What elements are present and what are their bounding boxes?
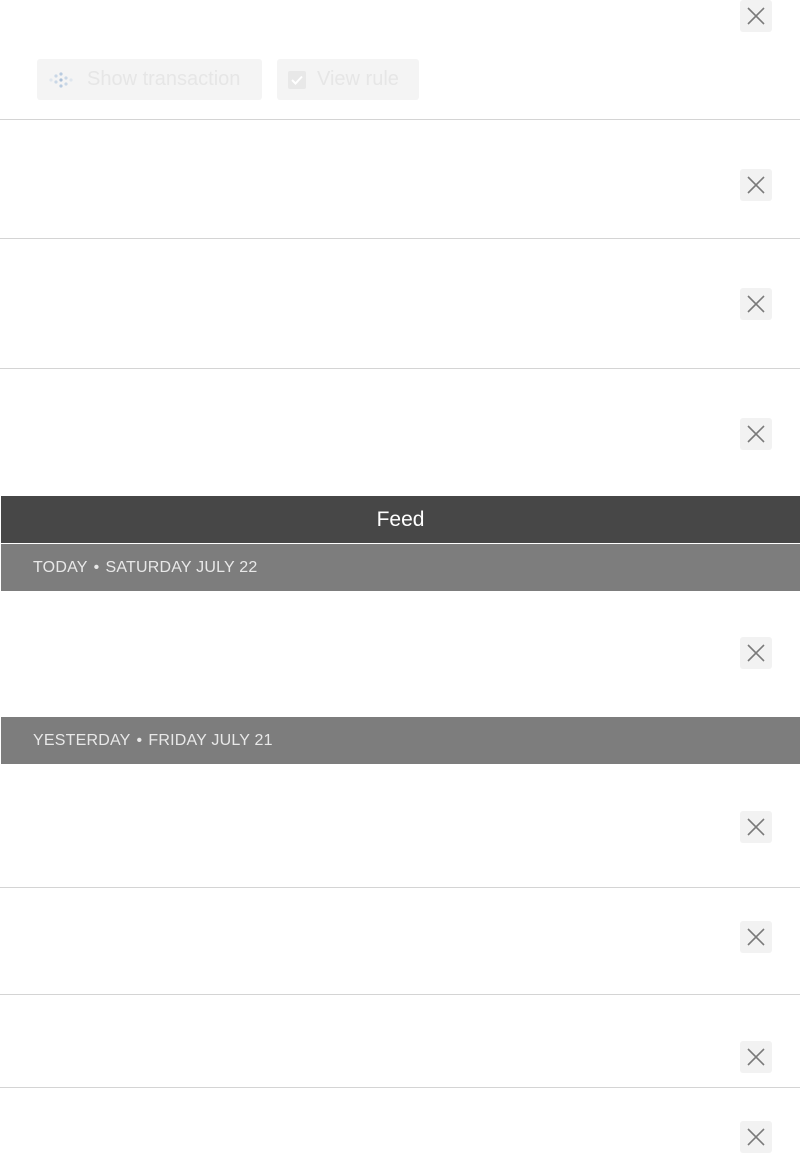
close-icon bbox=[747, 644, 765, 662]
close-icon bbox=[747, 7, 765, 25]
date-header-today: TODAY • SATURDAY JULY 22 bbox=[1, 544, 800, 591]
close-icon bbox=[747, 295, 765, 313]
close-icon bbox=[747, 928, 765, 946]
notification-card bbox=[0, 591, 800, 717]
notification-card bbox=[0, 369, 800, 496]
close-icon bbox=[747, 425, 765, 443]
date-header-date: FRIDAY JULY 21 bbox=[148, 731, 273, 749]
notification-card bbox=[0, 120, 800, 238]
close-icon bbox=[747, 1048, 765, 1066]
close-button[interactable] bbox=[740, 921, 772, 953]
close-button[interactable] bbox=[740, 288, 772, 320]
date-header-label: YESTERDAY bbox=[33, 731, 131, 749]
close-button[interactable] bbox=[740, 0, 772, 32]
close-icon bbox=[747, 818, 765, 836]
close-button[interactable] bbox=[740, 169, 772, 201]
checkbox-checked-icon bbox=[287, 70, 307, 90]
close-icon bbox=[747, 1128, 765, 1146]
notification-card: Show transaction View rule bbox=[0, 0, 800, 119]
notification-card bbox=[0, 239, 800, 368]
view-rule-button[interactable]: View rule bbox=[277, 59, 419, 100]
date-header-separator: • bbox=[136, 731, 143, 749]
date-header-separator: • bbox=[93, 558, 100, 576]
notification-card bbox=[0, 888, 800, 994]
close-button[interactable] bbox=[740, 811, 772, 843]
close-button[interactable] bbox=[740, 418, 772, 450]
close-button[interactable] bbox=[740, 1041, 772, 1073]
notification-card bbox=[0, 764, 800, 887]
notification-card bbox=[0, 995, 800, 1087]
show-transaction-label: Show transaction bbox=[87, 68, 241, 90]
date-header-label: TODAY bbox=[33, 558, 88, 576]
close-icon bbox=[747, 176, 765, 194]
feed-title: Feed bbox=[376, 507, 425, 531]
close-button[interactable] bbox=[740, 637, 772, 669]
date-header-date: SATURDAY JULY 22 bbox=[105, 558, 258, 576]
show-transaction-button[interactable]: Show transaction bbox=[37, 59, 262, 100]
transaction-dots-icon bbox=[47, 70, 77, 90]
notification-card bbox=[0, 1088, 800, 1154]
feed-title-bar: Feed bbox=[1, 496, 800, 543]
close-button[interactable] bbox=[740, 1121, 772, 1153]
view-rule-label: View rule bbox=[317, 68, 399, 90]
date-header-yesterday: YESTERDAY • FRIDAY JULY 21 bbox=[1, 717, 800, 764]
